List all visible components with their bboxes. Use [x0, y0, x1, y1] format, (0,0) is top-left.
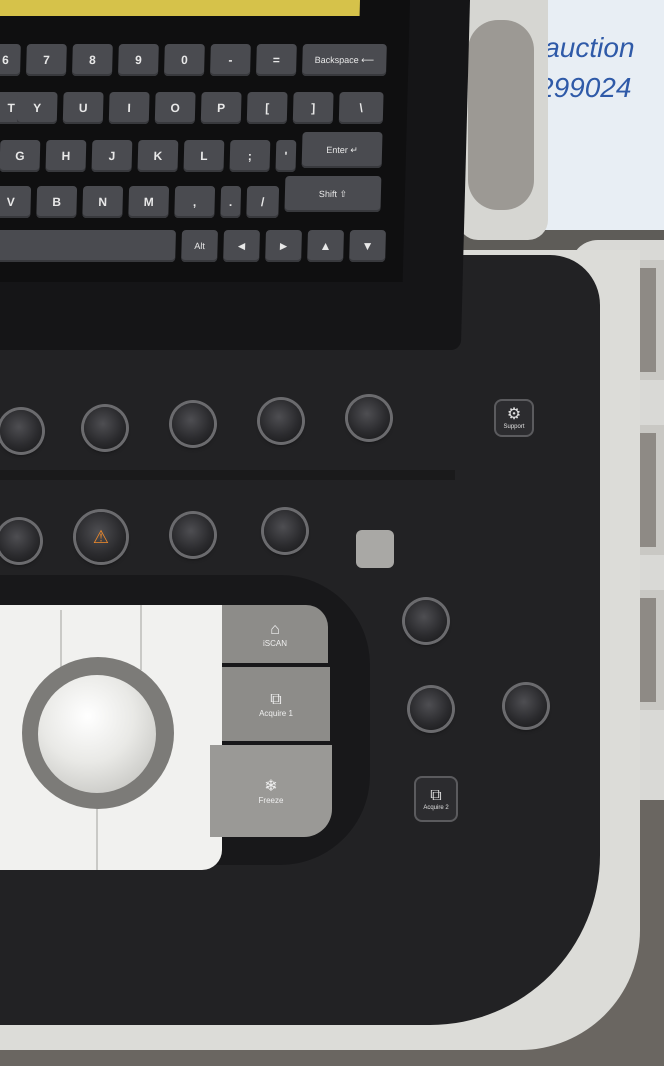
acquire-1-label: Acquire 1	[259, 708, 293, 718]
key[interactable]: I	[108, 92, 150, 124]
round-button[interactable]	[505, 685, 547, 727]
round-button[interactable]	[405, 600, 447, 642]
arrow-right-key[interactable]: ►	[265, 230, 302, 262]
sign-text: lauction 299024	[538, 32, 635, 103]
arrow-up-key[interactable]: ▲	[307, 230, 344, 262]
key[interactable]: P	[200, 92, 242, 124]
key[interactable]: L	[183, 140, 225, 172]
touch-screen: 6 7 8 9 0 - = Backspace ⟵ T Y U I O P [ …	[0, 0, 410, 282]
enter-key[interactable]: Enter ↵	[301, 132, 383, 168]
acquire-icon: ⧉	[270, 690, 282, 708]
image-mode-knob[interactable]: ⚠	[76, 512, 126, 562]
iscan-button[interactable]: ⌂ iSCAN	[222, 605, 328, 663]
key[interactable]: .	[220, 186, 242, 218]
key[interactable]: B	[36, 186, 78, 218]
key[interactable]: M	[128, 186, 170, 218]
key[interactable]: O	[154, 92, 196, 124]
iscan-label: iSCAN	[262, 638, 287, 648]
acquire-2-label: Acquire 2	[423, 805, 449, 811]
key[interactable]: N	[82, 186, 124, 218]
rotary-knob[interactable]	[264, 510, 306, 552]
key[interactable]: K	[137, 140, 179, 172]
rotary-knob[interactable]	[84, 407, 126, 449]
key[interactable]: 7	[26, 44, 67, 76]
key[interactable]: \	[338, 92, 384, 124]
key[interactable]: ;	[229, 140, 271, 172]
image-mode-icon: ⚠	[92, 526, 110, 547]
rotary-knob[interactable]	[348, 397, 390, 439]
alt-key[interactable]: Alt	[181, 230, 218, 262]
key[interactable]: H	[45, 140, 87, 172]
acquire-1-button[interactable]: ⧉ Acquire 1	[222, 667, 330, 741]
key[interactable]: G	[0, 140, 41, 172]
shift-key[interactable]: Shift ⇧	[284, 176, 382, 212]
key[interactable]: Y	[16, 92, 58, 124]
iscan-icon: ⌂	[270, 620, 280, 638]
key[interactable]: '	[275, 140, 297, 172]
touch-monitor: 6 7 8 9 0 - = Backspace ⟵ T Y U I O P [ …	[0, 0, 470, 350]
key[interactable]: =	[256, 44, 297, 76]
arrow-left-key[interactable]: ◄	[223, 230, 260, 262]
key[interactable]: J	[91, 140, 133, 172]
key[interactable]: V	[0, 186, 32, 218]
key-divider	[96, 805, 98, 870]
grey-button[interactable]	[356, 530, 394, 568]
arrow-down-key[interactable]: ▼	[349, 230, 386, 262]
acquire-2-button[interactable]: ⧉ Acquire 2	[416, 778, 456, 820]
key[interactable]: U	[62, 92, 104, 124]
key[interactable]: ,	[174, 186, 216, 218]
key[interactable]: 6	[0, 44, 21, 76]
freeze-label: Freeze	[258, 795, 284, 805]
rotary-knob[interactable]	[0, 410, 42, 452]
key[interactable]: ]	[292, 92, 334, 124]
key[interactable]: 8	[72, 44, 113, 76]
support-button[interactable]: ⚙ Support	[496, 401, 532, 435]
space-key[interactable]	[0, 230, 176, 262]
freeze-button[interactable]: ❄ Freeze	[210, 745, 332, 837]
panel-ridge	[0, 470, 455, 480]
trackball[interactable]	[38, 675, 156, 793]
snowflake-icon: ❄	[264, 777, 278, 795]
key-divider	[140, 605, 142, 670]
gears-icon: ⚙	[506, 406, 522, 423]
support-label: Support	[503, 424, 525, 430]
backspace-key[interactable]: Backspace ⟵	[302, 44, 387, 76]
rotary-knob[interactable]	[0, 520, 40, 562]
rotary-knob[interactable]	[172, 403, 214, 445]
gel-holder-cavity	[468, 20, 534, 210]
key[interactable]: 0	[164, 44, 205, 76]
round-button[interactable]	[410, 688, 452, 730]
key-divider	[60, 610, 62, 670]
acquire-icon: ⧉	[430, 787, 442, 804]
key[interactable]: [	[246, 92, 288, 124]
rotary-knob[interactable]	[260, 400, 302, 442]
key[interactable]: -	[210, 44, 251, 76]
key[interactable]: /	[246, 186, 280, 218]
key[interactable]: 9	[118, 44, 159, 76]
screen-status-bar	[0, 0, 361, 16]
rotary-knob[interactable]	[172, 514, 214, 556]
